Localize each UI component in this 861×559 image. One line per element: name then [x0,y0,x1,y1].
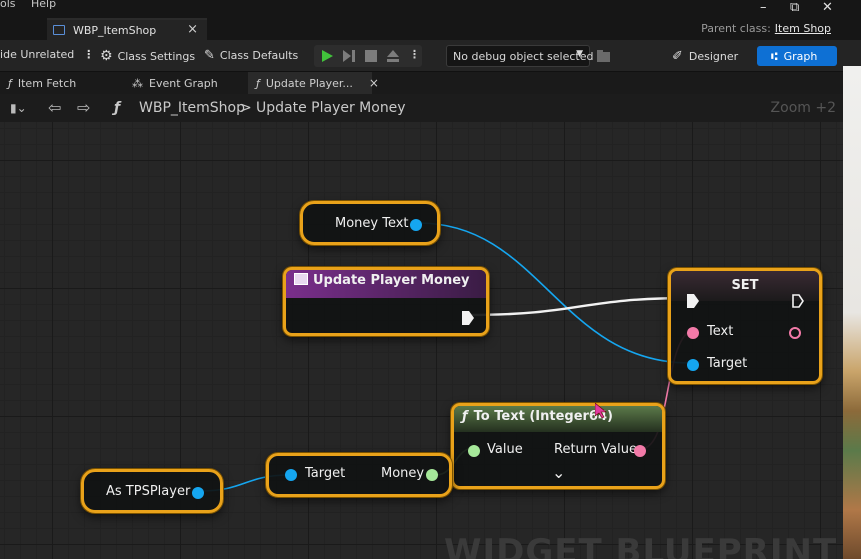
breadcrumb-root[interactable]: WBP_ItemShop [139,100,245,116]
exec-out-pin[interactable] [462,311,474,325]
target-pin-label: Target [305,466,346,481]
exec-in-pin[interactable] [687,294,699,308]
class-defaults-button[interactable]: ✎ Class Defaults [204,48,298,63]
title-bar: ols Help WBP_ItemShop × – ⧉ ✕ Parent cla… [0,0,861,40]
tab-label: Event Graph [149,76,218,90]
target-input-pin[interactable] [687,359,699,371]
event-graph-icon: ⁂ [132,76,143,90]
function-icon: ƒ [8,76,12,90]
menu-item-help[interactable]: Help [31,0,56,10]
debug-object-value: No debug object selected [453,50,594,63]
money-output-pin[interactable] [426,469,438,481]
node-label: Money Text [335,216,409,231]
node-money-text[interactable]: Money Text [300,201,440,245]
play-options-icon[interactable]: ⋮ [409,48,420,61]
zoom-level: Zoom +2 [770,100,836,116]
mouse-cursor-icon [595,403,607,419]
restore-icon[interactable]: ⧉ [790,0,799,15]
class-defaults-label: Class Defaults [219,49,299,62]
background-photo [843,66,861,559]
node-set[interactable]: SET Text Target [668,268,822,384]
tab-item-fetch[interactable]: ƒ Item Fetch [0,72,120,94]
graph-mode-button[interactable]: ⑆ Graph [757,46,837,66]
more-options-icon[interactable]: ⋮ [83,48,94,61]
tab-label: Item Fetch [17,76,77,90]
hide-unrelated-button[interactable]: lide Unrelated ⋮ [0,48,94,61]
document-tab-label: WBP_ItemShop [73,23,157,37]
function-icon: ƒ [462,409,468,424]
exec-out-pin[interactable] [792,294,804,308]
forward-arrow-icon[interactable]: ⇨ [77,98,90,117]
play-controls: ⋮ [314,45,422,67]
designer-mode-button[interactable]: ✐ Designer [666,46,746,66]
back-arrow-icon[interactable]: ⇦ [48,98,61,117]
text-pin-label: Text [707,324,734,339]
node-to-text[interactable]: ƒ To Text (Integer64) Value Return Value … [451,403,665,489]
text-output-pin[interactable] [789,327,801,339]
function-icon: ƒ [114,100,121,116]
close-tab-icon[interactable]: × [369,76,379,90]
return-value-pin[interactable] [634,445,646,457]
node-title: Update Player Money [313,273,470,288]
close-tab-icon[interactable]: × [187,22,198,37]
expand-icon[interactable]: ⌄ [552,463,565,482]
class-settings-label: Class Settings [117,49,196,63]
stop-icon[interactable] [364,49,378,63]
breadcrumb-current: Update Player Money [256,100,406,116]
debug-folder-icon[interactable] [597,50,611,62]
text-input-pin[interactable] [687,327,699,339]
node-label: As TPSPlayer [106,484,191,499]
parent-class-label: Parent class: [701,22,771,35]
graph-label: Graph [783,49,818,63]
menu-item-tools[interactable]: ols [0,0,16,10]
graph-watermark: WIDGET BLUEPRINT [444,532,838,559]
widget-blueprint-icon [53,25,65,35]
breadcrumb-separator: > [240,100,252,116]
node-update-player-money[interactable]: Update Player Money [283,267,489,336]
target-pin-label: Target [707,356,748,371]
gear-icon: ⚙ [100,48,113,64]
node-title: SET [731,278,759,293]
document-tab[interactable]: WBP_ItemShop × [47,18,207,40]
output-pin[interactable] [192,487,204,499]
class-settings-button[interactable]: ⚙ Class Settings [100,48,195,64]
graph-tab-strip: ƒ Item Fetch ⁂ Event Graph ƒ Update Play… [0,72,861,94]
tab-event-graph[interactable]: ⁂ Event Graph [124,72,246,94]
node-header: ƒ To Text (Integer64) [454,406,662,432]
designer-icon: ✐ [672,48,683,64]
money-pin-label: Money [381,466,425,481]
close-window-icon[interactable]: ✕ [822,0,833,15]
value-input-pin[interactable] [468,445,480,457]
step-icon[interactable] [342,49,356,63]
chevron-down-icon: ▼ [576,49,583,59]
node-get-money[interactable]: Target Money [266,453,452,497]
value-pin-label: Value [487,442,523,457]
graph-icon: ⑆ [771,49,778,63]
parent-class-link[interactable]: Item Shop [775,22,831,35]
pencil-icon: ✎ [204,48,215,63]
designer-label: Designer [688,49,739,63]
return-value-label: Return Value [554,442,637,457]
debug-object-select[interactable]: No debug object selected ▼ [446,45,594,67]
output-pin[interactable] [410,219,422,231]
tab-update-player-money[interactable]: ƒ Update Player... × [248,72,379,94]
eject-icon[interactable] [386,49,400,63]
play-icon[interactable] [320,49,334,63]
node-title: To Text (Integer64) [473,409,613,424]
function-icon: ƒ [256,76,260,90]
bookmark-icon[interactable]: ▮⌄ [10,101,27,115]
function-entry-icon [294,273,308,285]
node-as-tpsplayer[interactable]: As TPSPlayer [81,469,223,513]
target-input-pin[interactable] [285,469,297,481]
minimize-icon[interactable]: – [760,0,767,15]
parent-class: Parent class: Item Shop [701,22,831,35]
node-header: Update Player Money [286,270,486,298]
breadcrumb: ▮⌄ ⇦ ⇨ ƒ WBP_ItemShop > Update Player Mo… [0,94,861,122]
tab-label: Update Player... [265,76,353,90]
hide-unrelated-label: lide Unrelated [0,48,75,61]
toolbar: lide Unrelated ⋮ ⚙ Class Settings ✎ Clas… [0,40,861,72]
